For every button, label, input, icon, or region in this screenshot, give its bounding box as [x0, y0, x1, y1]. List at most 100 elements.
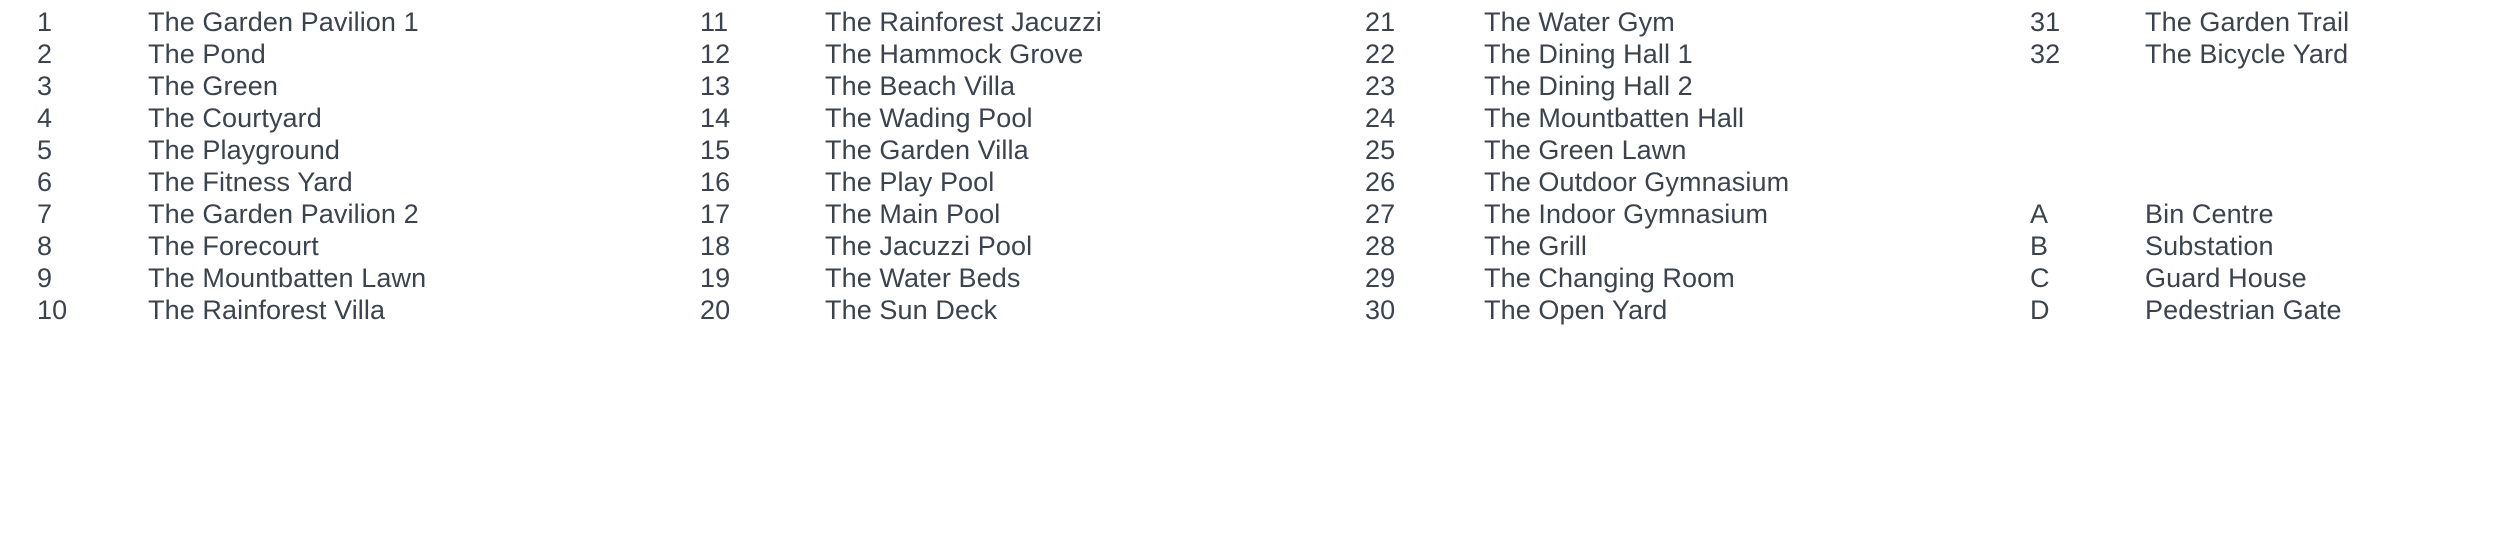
legend-label: The Dining Hall 2 [1484, 71, 1693, 101]
legend-row[interactable]: 21 The Water Gym [1365, 6, 1675, 38]
map-key-legend: 1 The Garden Pavilion 1 2 The Pond 3 The Gree… [0, 0, 2511, 552]
legend-row[interactable]: 20 The Sun Deck [700, 294, 997, 326]
legend-label: Pedestrian Gate [2145, 295, 2342, 325]
legend-key: 28 [1365, 231, 1396, 261]
legend-row[interactable]: B Substation [2030, 230, 2274, 262]
legend-key: 4 [37, 103, 53, 133]
legend-key: 12 [700, 39, 731, 69]
legend-key: 31 [2030, 7, 2061, 37]
legend-row[interactable]: 3 The Green [37, 70, 278, 102]
legend-key: 3 [37, 71, 53, 101]
legend-row[interactable]: C Guard House [2030, 262, 2307, 294]
legend-label: The Wading Pool [825, 103, 1033, 133]
legend-label: The Sun Deck [825, 295, 998, 325]
legend-key: 15 [700, 135, 731, 165]
legend-row[interactable]: 31 The Garden Trail [2030, 6, 2349, 38]
legend-row[interactable]: 1 The Garden Pavilion 1 [37, 6, 419, 38]
legend-label: The Water Gym [1484, 7, 1675, 37]
legend-row[interactable]: D Pedestrian Gate [2030, 294, 2342, 326]
legend-key: 5 [37, 135, 53, 165]
legend-label: The Outdoor Gymnasium [1484, 167, 1790, 197]
legend-key: 16 [700, 167, 731, 197]
legend-row[interactable]: 6 The Fitness Yard [37, 166, 353, 198]
legend-key: A [2030, 199, 2049, 229]
legend-label: The Green [148, 71, 278, 101]
legend-row[interactable]: 32 The Bicycle Yard [2030, 38, 2348, 70]
legend-row[interactable]: 29 The Changing Room [1365, 262, 1735, 294]
legend-label: Substation [2145, 231, 2274, 261]
legend-key: 20 [700, 295, 731, 325]
legend-key: 18 [700, 231, 731, 261]
legend-row[interactable]: 10 The Rainforest Villa [37, 294, 385, 326]
legend-label: The Main Pool [825, 199, 1001, 229]
legend-row[interactable]: 22 The Dining Hall 1 [1365, 38, 1693, 70]
legend-row[interactable]: 28 The Grill [1365, 230, 1587, 262]
legend-key: 27 [1365, 199, 1396, 229]
legend-column-4: 31 The Garden Trail 32 The Bicycle Yard A Bin… [2030, 0, 2510, 552]
legend-row[interactable]: 9 The Mountbatten Lawn [37, 262, 426, 294]
legend-label: The Courtyard [148, 103, 322, 133]
legend-key: 25 [1365, 135, 1396, 165]
legend-label: The Dining Hall 1 [1484, 39, 1693, 69]
legend-label: The Grill [1484, 231, 1587, 261]
legend-row[interactable]: 11 The Rainforest Jacuzzi [700, 6, 1102, 38]
legend-label: The Bicycle Yard [2145, 39, 2349, 69]
legend-row[interactable]: A Bin Centre [2030, 198, 2274, 230]
legend-row[interactable]: 14 The Wading Pool [700, 102, 1033, 134]
legend-key: 24 [1365, 103, 1396, 133]
legend-row[interactable]: 26 The Outdoor Gymnasium [1365, 166, 1789, 198]
legend-key: 1 [37, 7, 53, 37]
legend-label: The Garden Pavilion 1 [148, 7, 419, 37]
legend-key: 17 [700, 199, 731, 229]
legend-label: The Open Yard [1484, 295, 1668, 325]
legend-label: The Playground [148, 135, 341, 165]
legend-row[interactable]: 7 The Garden Pavilion 2 [37, 198, 419, 230]
legend-key: 2 [37, 39, 53, 69]
legend-label: The Jacuzzi Pool [825, 231, 1033, 261]
legend-key: 11 [700, 7, 729, 37]
legend-label: The Changing Room [1484, 263, 1735, 293]
legend-label: The Green Lawn [1484, 135, 1687, 165]
legend-label: The Garden Trail [2145, 7, 2350, 37]
legend-label: The Garden Pavilion 2 [148, 199, 419, 229]
legend-row[interactable]: 27 The Indoor Gymnasium [1365, 198, 1768, 230]
legend-row[interactable]: 23 The Dining Hall 2 [1365, 70, 1693, 102]
legend-label: The Mountbatten Hall [1484, 103, 1745, 133]
legend-row[interactable]: 25 The Green Lawn [1365, 134, 1687, 166]
legend-label: Guard House [2145, 263, 2307, 293]
legend-key: 32 [2030, 39, 2061, 69]
legend-key: 13 [700, 71, 731, 101]
legend-label: The Garden Villa [825, 135, 1029, 165]
legend-row[interactable]: 24 The Mountbatten Hall [1365, 102, 1744, 134]
legend-key: 21 [1365, 7, 1396, 37]
legend-row[interactable]: 16 The Play Pool [700, 166, 994, 198]
legend-key: 19 [700, 263, 731, 293]
legend-row[interactable]: 8 The Forecourt [37, 230, 319, 262]
legend-key: C [2030, 263, 2050, 293]
legend-label: The Forecourt [148, 231, 319, 261]
legend-key: 7 [37, 199, 53, 229]
legend-key: 26 [1365, 167, 1396, 197]
legend-row[interactable]: 12 The Hammock Grove [700, 38, 1083, 70]
legend-key: 9 [37, 263, 53, 293]
legend-key: 6 [37, 167, 53, 197]
legend-key: 22 [1365, 39, 1396, 69]
legend-key: 8 [37, 231, 53, 261]
legend-row[interactable]: 13 The Beach Villa [700, 70, 1015, 102]
legend-label: The Fitness Yard [148, 167, 353, 197]
legend-row[interactable]: 5 The Playground [37, 134, 340, 166]
legend-key: 30 [1365, 295, 1396, 325]
legend-row[interactable]: 15 The Garden Villa [700, 134, 1029, 166]
legend-key: 23 [1365, 71, 1396, 101]
legend-label: The Play Pool [825, 167, 995, 197]
legend-row[interactable]: 2 The Pond [37, 38, 266, 70]
legend-row[interactable]: 18 The Jacuzzi Pool [700, 230, 1032, 262]
legend-label: The Rainforest Jacuzzi [825, 7, 1102, 37]
legend-row[interactable]: 19 The Water Beds [700, 262, 1020, 294]
legend-row[interactable]: 4 The Courtyard [37, 102, 322, 134]
legend-key: D [2030, 295, 2050, 325]
legend-row[interactable]: 17 The Main Pool [700, 198, 1000, 230]
legend-column-3: 21 The Water Gym 22 The Dining Hall 1 23 The … [1365, 0, 1965, 552]
legend-row[interactable]: 30 The Open Yard [1365, 294, 1667, 326]
legend-column-2: 11 The Rainforest Jacuzzi 12 The Hammock Gr… [700, 0, 1300, 552]
